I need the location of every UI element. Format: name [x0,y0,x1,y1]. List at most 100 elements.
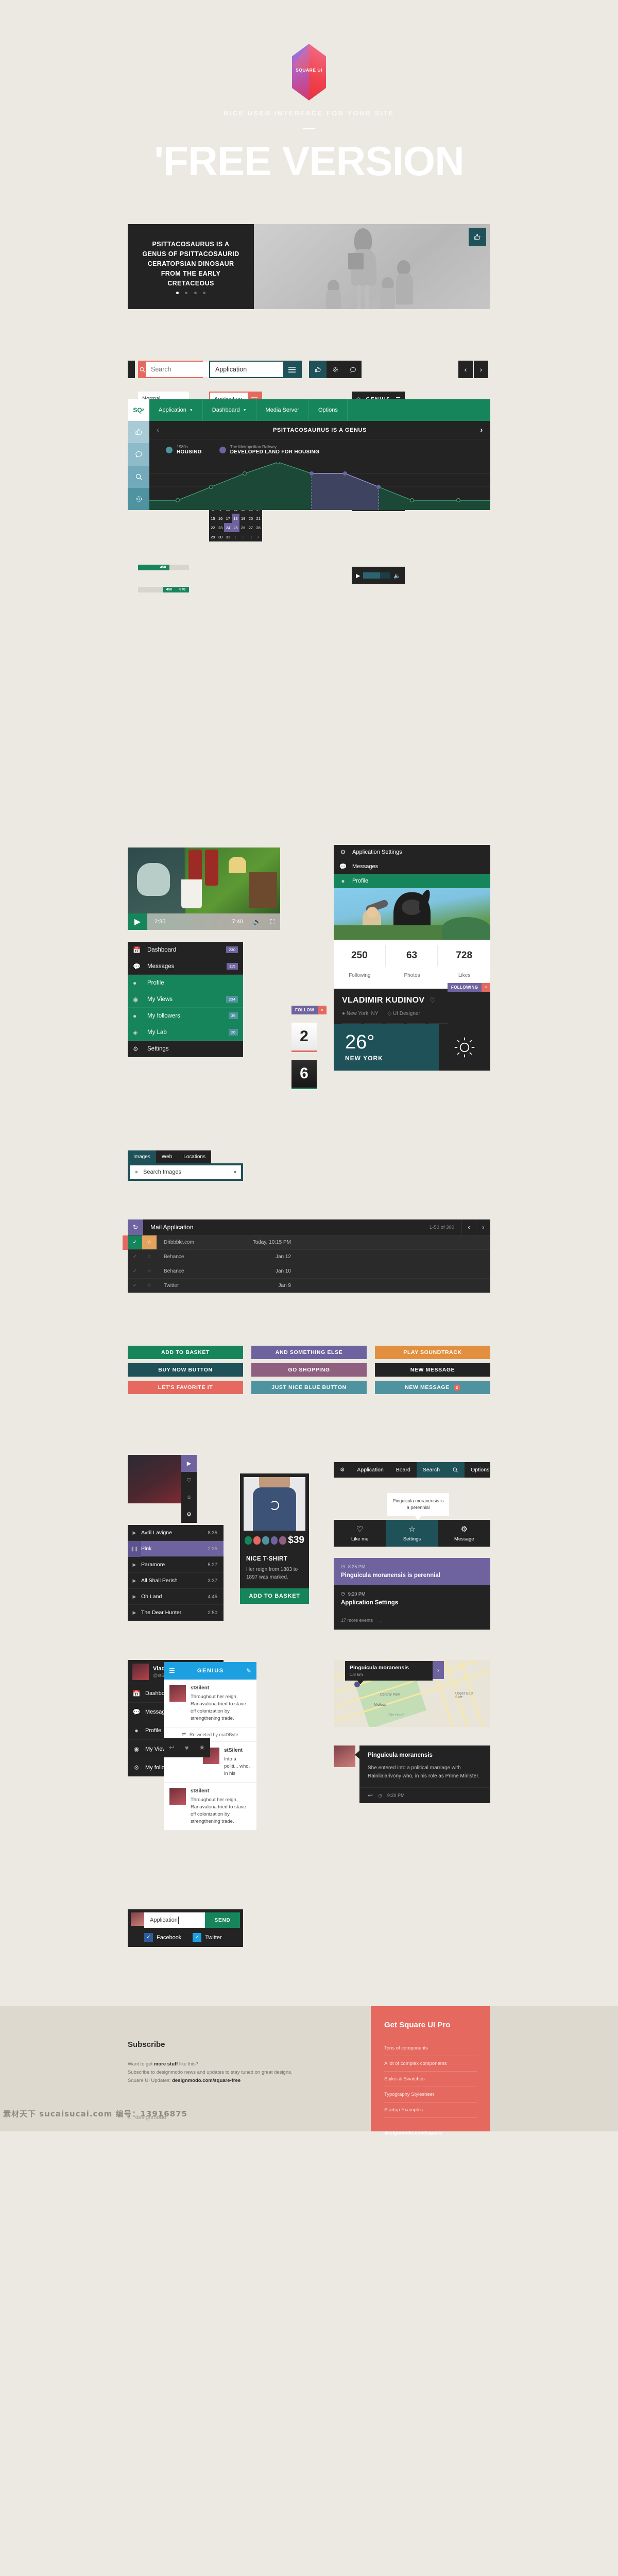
table-row[interactable]: ✓☆Dribbble.comUSERSMichael J. Morgan is … [123,1235,490,1250]
button-just-nice-blue-button[interactable]: JUST NICE BLUE BUTTON [251,1381,367,1394]
rail-search-icon[interactable] [128,465,149,488]
close-icon[interactable]: × [482,983,490,992]
play-icon[interactable]: ▶ [128,1610,141,1616]
rail-home-icon[interactable] [128,421,149,444]
audio-progress-track[interactable] [363,572,391,579]
topbar-item-options[interactable]: Options [465,1462,495,1478]
swatch[interactable] [262,1536,269,1545]
tab-web[interactable]: Web [156,1150,178,1163]
calendar-day[interactable]: 25 [232,523,239,532]
close-icon[interactable]: × [318,1006,327,1014]
playlist-track[interactable]: ▶ Avril Lavigne 8:35 [128,1525,224,1541]
action-message[interactable]: ⚙ Message [438,1520,490,1547]
row-checkbox[interactable]: ✓ [128,1283,142,1289]
mail-next[interactable]: › [476,1219,490,1235]
button-buy-now-button[interactable]: BUY NOW BUTTON [128,1363,243,1377]
composer-input[interactable]: Application [141,1912,205,1928]
slider-dot[interactable] [194,292,197,294]
add-to-basket-button[interactable]: ADD TO BASKET [240,1588,309,1604]
play-icon[interactable]: ▶ [128,1594,141,1600]
button-new-message[interactable]: NEW MESSAGE [375,1363,490,1377]
slider-dot[interactable] [203,292,206,294]
playlist-track[interactable]: ▶ The Dear Hunter 2:50 [128,1605,224,1621]
heart-icon[interactable]: ♥ [185,1744,189,1752]
sidebar-item-my-views[interactable]: ◉ My Views 234 [128,991,243,1008]
profile-menu-app-settings[interactable]: ⚙ Application Settings [334,845,490,859]
button-add-to-basket[interactable]: ADD TO BASKET [128,1346,243,1359]
table-row[interactable]: ✓☆BehanceDominik Laurysiewicz Posted a N… [128,1249,490,1264]
button-let-s-favorite-it[interactable]: LET'S FAVORITE IT [128,1381,243,1394]
topbar-item-search[interactable]: Search [416,1462,447,1478]
sidebar-item-my-followers[interactable]: ● My followers 35 [128,1008,243,1024]
calendar-day[interactable]: 18 [232,514,239,523]
swatch[interactable] [279,1536,287,1545]
prev-button[interactable]: ‹ [458,361,473,378]
button-go-shopping[interactable]: GO SHOPPING [251,1363,367,1377]
swatch[interactable] [253,1536,261,1545]
row-checkbox[interactable]: ✓ [128,1254,142,1260]
swatch[interactable] [270,1536,278,1545]
chevron-down-icon[interactable]: ▼ [229,1170,241,1175]
event-item-highlight[interactable]: ◷ 8:35 PM Pinguicula moranensis is peren… [334,1558,490,1585]
star-icon[interactable]: ☆ [142,1268,157,1274]
action-like-me[interactable]: ♡ Like me [334,1520,386,1547]
playlist-track[interactable]: ▶ Paramore 5:27 [128,1557,224,1573]
sidebar-item-settings[interactable]: ⚙ Settings [128,1041,243,1057]
slider-range[interactable]: 450 670 [138,587,189,592]
sidebar-item-messages[interactable]: 💬 Messages 115 [128,958,243,975]
slider-like-button[interactable] [469,228,486,246]
star-icon[interactable]: ☆ [181,1489,197,1506]
slider-single[interactable]: 450 [138,565,189,570]
calendar-day[interactable]: 19 [239,514,247,523]
search-field[interactable] [138,361,239,378]
calendar-day[interactable]: 2 [239,532,247,541]
hamburger-icon[interactable] [283,362,301,377]
map-go-button[interactable]: › [433,1661,444,1679]
sidebar-item-my-lab[interactable]: ◈ My Lab 26 [128,1024,243,1041]
volume-icon[interactable]: 🔈 [249,918,265,925]
table-row[interactable]: ✓☆TwitterJonno Riekwel (@Jonnotie) is no… [128,1278,490,1293]
tweet-item[interactable]: stSilent Throughout her reign, Ranavalon… [164,1783,256,1831]
row-checkbox[interactable]: ✓ [128,1268,142,1274]
follow-label[interactable]: FOLLOW [291,1006,318,1014]
calendar-day[interactable]: 27 [247,523,255,532]
events-more-link[interactable]: 17 more events → [334,1613,490,1630]
compose-icon[interactable]: ✎ [246,1667,251,1674]
play-icon[interactable]: ▶ [128,1578,141,1584]
gear-icon[interactable]: ⚙ [181,1506,197,1523]
calendar-day[interactable]: 29 [209,532,217,541]
sidebar-item-profile[interactable]: ● Profile [128,975,243,991]
calendar-day[interactable]: 24 [224,523,232,532]
fullscreen-icon[interactable]: ⛶ [265,918,280,926]
rail-gear-icon[interactable] [128,487,149,510]
calendar-day[interactable]: 1 [232,532,239,541]
profile-menu-profile[interactable]: ● Profile [334,874,490,888]
hamburger-icon[interactable]: ☰ [169,1667,175,1675]
settings-icon-button[interactable] [327,361,344,378]
gear-icon[interactable]: ⚙ [334,1462,351,1478]
calendar-day[interactable]: 30 [217,532,225,541]
heart-icon[interactable]: ♡ [181,1472,197,1489]
calendar-day[interactable]: 26 [239,523,247,532]
calendar-day[interactable]: 21 [254,514,262,523]
content-next[interactable]: › [480,426,483,434]
tab-locations[interactable]: Locations [178,1150,211,1163]
calendar-day[interactable]: 3 [247,532,255,541]
app-logo[interactable]: SQ 2 [128,399,149,421]
application-select[interactable]: Application [209,361,302,378]
nav-item-dashboard[interactable]: Dashboard ▼ [202,399,256,421]
topbar-item-board[interactable]: Board [390,1462,417,1478]
search-icon[interactable] [446,1462,465,1478]
event-item[interactable]: ◷ 9:20 PM Application Settings [334,1585,490,1613]
star-icon[interactable]: ☆ [142,1254,157,1260]
swatch[interactable] [245,1536,252,1545]
star-icon[interactable]: ★ [199,1743,205,1752]
playlist-track[interactable]: ▶ Oh Land 4:45 [128,1589,224,1605]
slider-dot[interactable] [185,292,188,294]
profile-menu-messages[interactable]: 💬 Messages [334,859,490,874]
calendar-day[interactable]: 17 [224,514,232,523]
play-icon[interactable]: ▶ [356,572,360,579]
following-badge[interactable]: FOLLOWING × [447,983,490,992]
slider-dot[interactable] [176,292,179,294]
playlist-track[interactable]: ❚❚ Pink 2:35 [128,1540,224,1557]
